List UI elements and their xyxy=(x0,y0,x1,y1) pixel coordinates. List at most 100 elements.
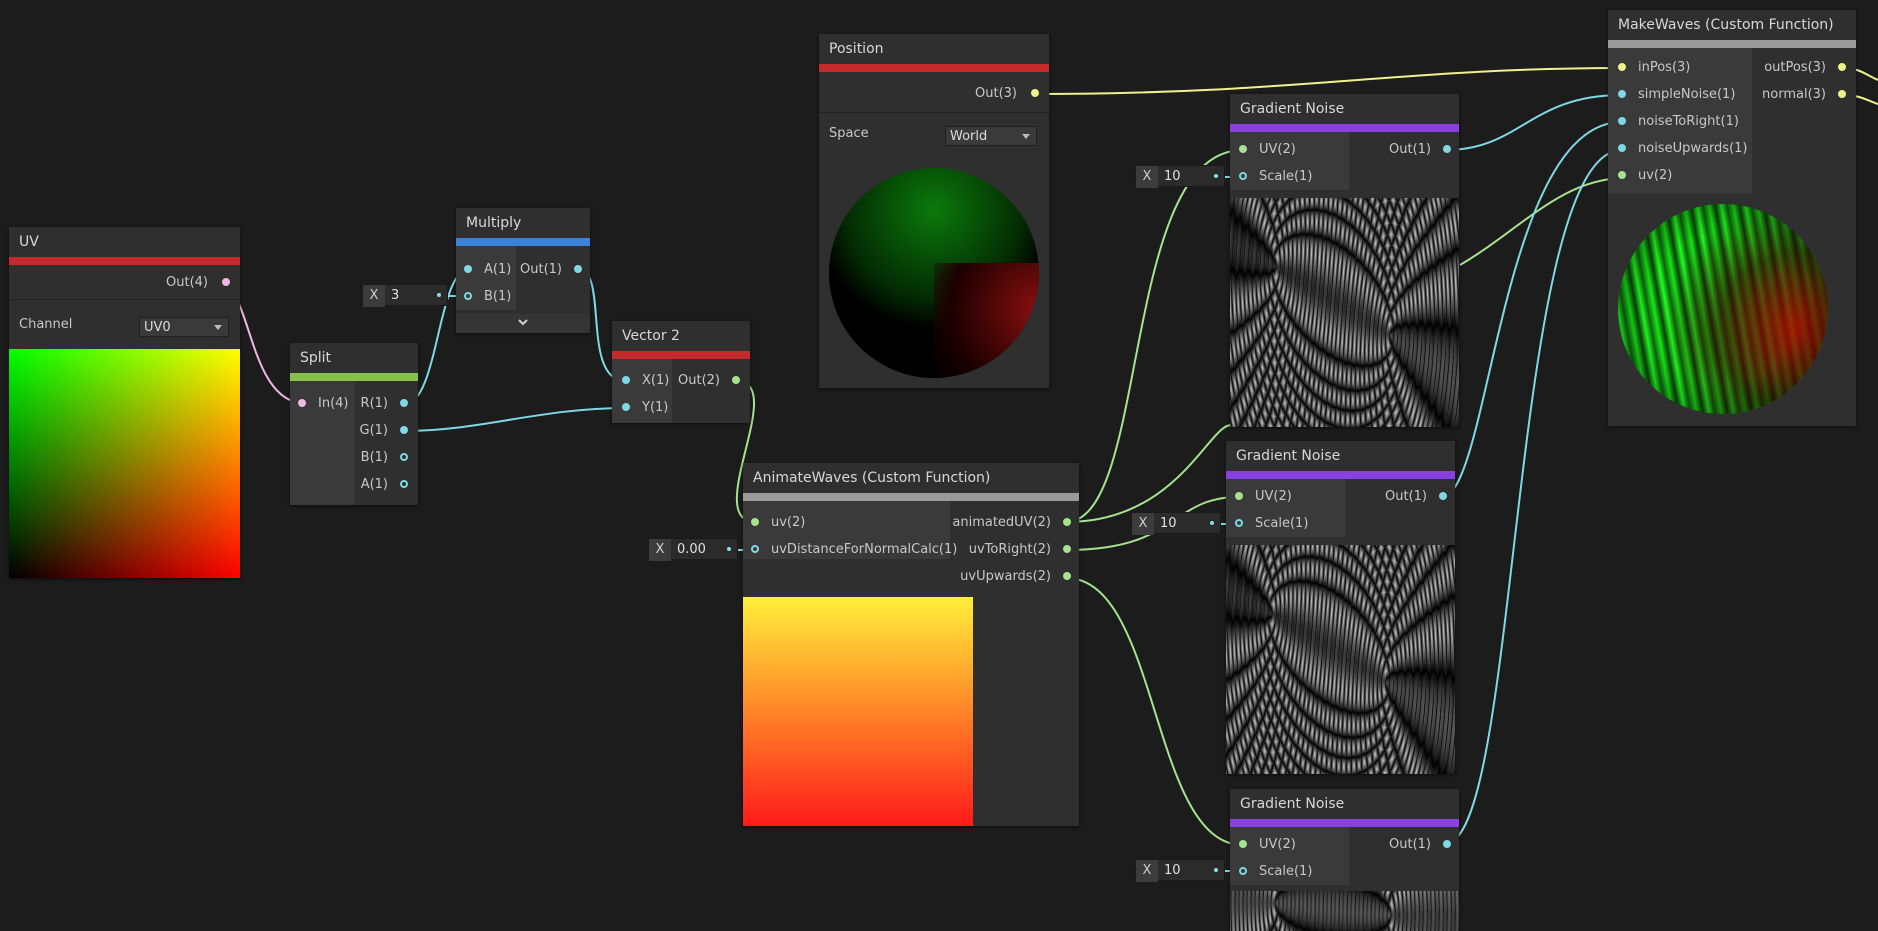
animatewaves-out-uvtoright-port[interactable]: uvToRight(2) xyxy=(969,540,1071,560)
multiply-in-b-port[interactable]: B(1) xyxy=(464,287,511,307)
wire-animateduv-to-makewaves-uv[interactable] xyxy=(1065,423,1234,523)
space-dropdown[interactable]: World xyxy=(945,126,1037,146)
position-preview-sphere xyxy=(829,168,1039,378)
port-dot-icon[interactable] xyxy=(1443,840,1451,848)
uv-distance-inline-field[interactable]: X 0.00 xyxy=(648,538,738,561)
port-dot-icon[interactable] xyxy=(1235,519,1243,527)
makewaves-in-noisetoright-port[interactable]: noiseToRight(1) xyxy=(1618,112,1739,132)
makewaves-in-uv-port[interactable]: uv(2) xyxy=(1618,166,1672,186)
port-dot-icon[interactable] xyxy=(751,518,759,526)
port-dot-icon[interactable] xyxy=(574,265,582,273)
makewaves-out-outpos-port[interactable]: outPos(3) xyxy=(1764,58,1846,78)
port-dot-icon[interactable] xyxy=(1443,145,1451,153)
port-label: uvToRight(2) xyxy=(968,542,1051,557)
port-dot-icon[interactable] xyxy=(1063,572,1071,580)
multiply-node[interactable]: Multiply A(1) B(1) Out(1) xyxy=(456,208,590,333)
port-dot-icon[interactable] xyxy=(1618,171,1626,179)
node-title: Position xyxy=(829,41,884,57)
wire-noise1-preview-to-makewaves-uv[interactable] xyxy=(1459,177,1623,266)
vector2-in-y-port[interactable]: Y(1) xyxy=(622,398,668,418)
multiply-in-a-port[interactable]: A(1) xyxy=(464,260,511,280)
port-dot-icon[interactable] xyxy=(1439,492,1447,500)
port-dot-icon[interactable] xyxy=(1618,90,1626,98)
expand-toggle[interactable] xyxy=(456,314,590,333)
makewaves-node[interactable]: MakeWaves (Custom Function) inPos(3) sim… xyxy=(1608,10,1856,426)
port-dot-icon[interactable] xyxy=(464,292,472,300)
wire-noise3-to-makewaves-noiseupwards[interactable] xyxy=(1445,149,1623,844)
makewaves-out-normal-port[interactable]: normal(3) xyxy=(1762,85,1846,105)
animatewaves-out-uvupwards-port[interactable]: uvUpwards(2) xyxy=(960,567,1071,587)
port-dot-icon[interactable] xyxy=(1618,63,1626,71)
gradient-noise-1-node[interactable]: Gradient Noise UV(2) Scale(1) Out(1) xyxy=(1230,94,1459,427)
wire-position-to-makewaves-inpos[interactable] xyxy=(1034,67,1623,95)
split-in-port[interactable]: In(4) xyxy=(298,394,349,414)
noise3-scale-inline-field[interactable]: X 10 xyxy=(1135,859,1225,882)
port-dot-icon[interactable] xyxy=(1838,90,1846,98)
noise2-out-port[interactable]: Out(1) xyxy=(1385,487,1447,507)
noise1-out-port[interactable]: Out(1) xyxy=(1389,140,1451,160)
port-dot-icon[interactable] xyxy=(298,399,306,407)
animatewaves-in-distance-port[interactable]: uvDistanceForNormalCalc(1) xyxy=(751,540,957,560)
channel-dropdown[interactable]: UV0 xyxy=(139,317,229,337)
wire-noise2-to-makewaves-noisetoright[interactable] xyxy=(1441,121,1623,498)
port-dot-icon[interactable] xyxy=(732,376,740,384)
position-out-port[interactable]: Out(3) xyxy=(975,84,1039,104)
port-dot-icon[interactable] xyxy=(622,403,630,411)
port-dot-icon[interactable] xyxy=(1618,144,1626,152)
split-out-g-port[interactable]: G(1) xyxy=(360,421,408,441)
port-dot-icon[interactable] xyxy=(400,426,408,434)
multiply-out-port[interactable]: Out(1) xyxy=(520,260,582,280)
port-dot-icon[interactable] xyxy=(1063,545,1071,553)
port-dot-icon[interactable] xyxy=(1618,117,1626,125)
noise3-in-scale-port[interactable]: Scale(1) xyxy=(1239,862,1312,882)
wire-animateduv-to-noise1-uv[interactable] xyxy=(1065,149,1244,523)
port-dot-icon[interactable] xyxy=(1838,63,1846,71)
uv-out-port[interactable]: Out(4) xyxy=(166,273,230,293)
animatewaves-preview-image xyxy=(743,597,973,826)
port-dot-icon[interactable] xyxy=(400,453,408,461)
position-node[interactable]: Position Out(3) Space World xyxy=(819,34,1049,388)
noise2-scale-inline-field[interactable]: X 10 xyxy=(1131,512,1221,535)
port-dot-icon[interactable] xyxy=(400,399,408,407)
vector2-out-port[interactable]: Out(2) xyxy=(678,371,740,391)
vector2-in-x-port[interactable]: X(1) xyxy=(622,371,669,391)
port-dot-icon[interactable] xyxy=(1031,89,1039,97)
port-label: simpleNoise(1) xyxy=(1638,87,1736,102)
makewaves-in-inpos-port[interactable]: inPos(3) xyxy=(1618,58,1690,78)
port-dot-icon[interactable] xyxy=(400,480,408,488)
port-dot-icon[interactable] xyxy=(1063,518,1071,526)
noise2-in-scale-port[interactable]: Scale(1) xyxy=(1235,514,1308,534)
port-dot-icon[interactable] xyxy=(222,278,230,286)
port-dot-icon[interactable] xyxy=(1239,145,1247,153)
port-dot-icon[interactable] xyxy=(1235,492,1243,500)
noise3-out-port[interactable]: Out(1) xyxy=(1389,835,1451,855)
noise1-in-scale-port[interactable]: Scale(1) xyxy=(1239,167,1312,187)
vector2-node[interactable]: Vector 2 X(1) Y(1) Out(2) xyxy=(612,321,750,423)
makewaves-in-simplenoise-port[interactable]: simpleNoise(1) xyxy=(1618,85,1735,105)
wire-noise1-to-makewaves-simplenoise[interactable] xyxy=(1445,94,1623,151)
split-out-a-port[interactable]: A(1) xyxy=(361,475,408,495)
uv-node[interactable]: UV Out(4) Channel UV0 xyxy=(9,227,240,578)
multiply-b-inline-field[interactable]: X3 xyxy=(362,284,448,307)
port-dot-icon[interactable] xyxy=(464,265,472,273)
animatewaves-out-animateduv-port[interactable]: animatedUV(2) xyxy=(952,513,1071,533)
port-dot-icon[interactable] xyxy=(751,545,759,553)
port-dot-icon[interactable] xyxy=(1239,867,1247,875)
gradient-noise-2-node[interactable]: Gradient Noise UV(2) Scale(1) Out(1) xyxy=(1226,441,1455,774)
split-out-r-port[interactable]: R(1) xyxy=(361,394,408,414)
animatewaves-node[interactable]: AnimateWaves (Custom Function) uv(2) uvD… xyxy=(743,463,1079,826)
noise1-in-uv-port[interactable]: UV(2) xyxy=(1239,140,1296,160)
port-dot-icon[interactable] xyxy=(1239,840,1247,848)
port-dot-icon[interactable] xyxy=(1239,172,1247,180)
gradient-noise-3-node[interactable]: Gradient Noise UV(2) Scale(1) Out(1) xyxy=(1230,789,1459,931)
animatewaves-in-uv-port[interactable]: uv(2) xyxy=(751,513,805,533)
port-dot-icon[interactable] xyxy=(622,376,630,384)
noise2-in-uv-port[interactable]: UV(2) xyxy=(1235,487,1292,507)
noise3-in-uv-port[interactable]: UV(2) xyxy=(1239,835,1296,855)
wire-split-g-to-vector2-y[interactable] xyxy=(404,407,627,432)
split-node[interactable]: Split In(4) R(1) G(1) B(1) A(1) xyxy=(290,343,418,505)
makewaves-in-noiseupwards-port[interactable]: noiseUpwards(1) xyxy=(1618,139,1748,159)
wire-uvupwards-to-noise3-uv[interactable] xyxy=(1065,577,1244,846)
noise1-scale-inline-field[interactable]: X 10 xyxy=(1135,165,1225,188)
split-out-b-port[interactable]: B(1) xyxy=(361,448,408,468)
